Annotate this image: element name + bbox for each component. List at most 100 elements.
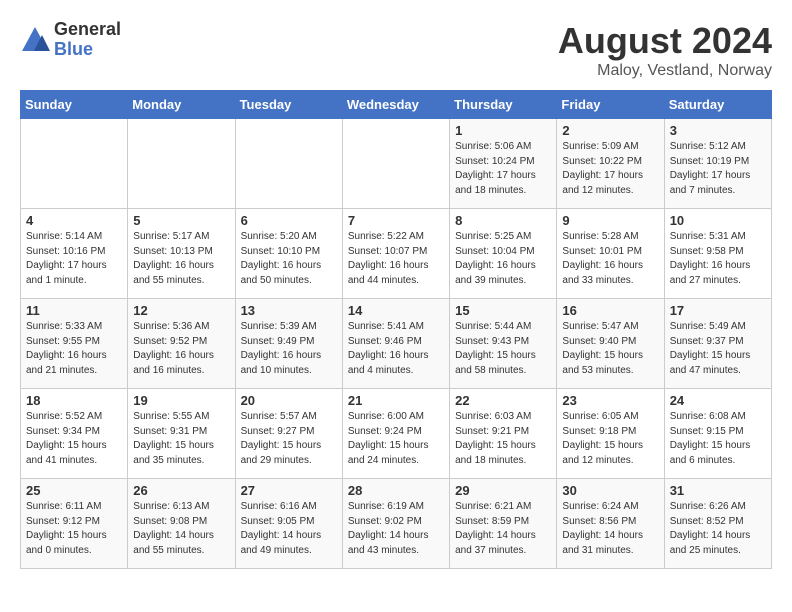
- calendar-cell: 4Sunrise: 5:14 AM Sunset: 10:16 PM Dayli…: [21, 209, 128, 299]
- day-number: 22: [455, 393, 551, 408]
- calendar-cell: 14 Sunrise: 5:41 AM Sunset: 9:46 PM Dayli…: [342, 299, 449, 389]
- day-detail: Sunrise: 5:22 AM Sunset: 10:07 PM Daylig…: [348, 230, 444, 288]
- calendar-table: SundayMondayTuesdayWednesdayThursdayFrid…: [20, 90, 772, 569]
- day-detail: Sunrise: 5:20 AM Sunset: 10:10 PM Daylig…: [241, 230, 337, 288]
- location-title: Maloy, Vestland, Norway: [558, 62, 772, 80]
- calendar-cell: 13 Sunrise: 5:39 AM Sunset: 9:49 PM Dayli…: [235, 299, 342, 389]
- day-detail: Sunrise: 5:47 AM Sunset: 9:40 PM Dayligh…: [562, 320, 658, 378]
- day-number: 3: [670, 123, 766, 138]
- day-detail: Sunrise: 6:13 AM Sunset: 9:08 PM Dayligh…: [133, 500, 229, 558]
- day-detail: Sunrise: 6:24 AM Sunset: 8:56 PM Dayligh…: [562, 500, 658, 558]
- day-number: 23: [562, 393, 658, 408]
- weekday-header-thursday: Thursday: [450, 91, 557, 119]
- day-detail: Sunrise: 5:49 AM Sunset: 9:37 PM Dayligh…: [670, 320, 766, 378]
- day-number: 12: [133, 303, 229, 318]
- day-number: 21: [348, 393, 444, 408]
- calendar-cell: 27 Sunrise: 6:16 AM Sunset: 9:05 PM Dayli…: [235, 479, 342, 569]
- calendar-cell: 22 Sunrise: 6:03 AM Sunset: 9:21 PM Dayli…: [450, 389, 557, 479]
- calendar-cell: 15 Sunrise: 5:44 AM Sunset: 9:43 PM Dayli…: [450, 299, 557, 389]
- logo-text: General Blue: [54, 20, 121, 60]
- day-detail: Sunrise: 6:26 AM Sunset: 8:52 PM Dayligh…: [670, 500, 766, 558]
- logo: General Blue: [20, 20, 121, 60]
- day-number: 16: [562, 303, 658, 318]
- day-number: 29: [455, 483, 551, 498]
- logo-blue-text: Blue: [54, 40, 121, 60]
- calendar-cell: 7 Sunrise: 5:22 AM Sunset: 10:07 PM Dayli…: [342, 209, 449, 299]
- weekday-header-row: SundayMondayTuesdayWednesdayThursdayFrid…: [21, 91, 772, 119]
- day-number: 8: [455, 213, 551, 228]
- day-number: 15: [455, 303, 551, 318]
- day-number: 14: [348, 303, 444, 318]
- day-detail: Sunrise: 5:36 AM Sunset: 9:52 PM Dayligh…: [133, 320, 229, 378]
- calendar-cell: 28Sunrise: 6:19 AM Sunset: 9:02 PM Dayli…: [342, 479, 449, 569]
- day-detail: Sunrise: 5:39 AM Sunset: 9:49 PM Dayligh…: [241, 320, 337, 378]
- day-number: 18: [26, 393, 122, 408]
- calendar-cell: 11 Sunrise: 5:33 AM Sunset: 9:55 PM Dayli…: [21, 299, 128, 389]
- calendar-cell: 1Sunrise: 5:06 AM Sunset: 10:24 PM Dayli…: [450, 119, 557, 209]
- day-number: 2: [562, 123, 658, 138]
- day-number: 1: [455, 123, 551, 138]
- day-detail: Sunrise: 5:44 AM Sunset: 9:43 PM Dayligh…: [455, 320, 551, 378]
- day-number: 25: [26, 483, 122, 498]
- day-detail: Sunrise: 5:41 AM Sunset: 9:46 PM Dayligh…: [348, 320, 444, 378]
- day-detail: Sunrise: 5:09 AM Sunset: 10:22 PM Daylig…: [562, 140, 658, 198]
- calendar-cell: 12 Sunrise: 5:36 AM Sunset: 9:52 PM Dayli…: [128, 299, 235, 389]
- day-number: 5: [133, 213, 229, 228]
- day-detail: Sunrise: 6:08 AM Sunset: 9:15 PM Dayligh…: [670, 410, 766, 468]
- day-detail: Sunrise: 6:05 AM Sunset: 9:18 PM Dayligh…: [562, 410, 658, 468]
- day-number: 10: [670, 213, 766, 228]
- week-row-2: 4Sunrise: 5:14 AM Sunset: 10:16 PM Dayli…: [21, 209, 772, 299]
- weekday-header-friday: Friday: [557, 91, 664, 119]
- weekday-header-wednesday: Wednesday: [342, 91, 449, 119]
- logo-general-text: General: [54, 20, 121, 40]
- day-number: 7: [348, 213, 444, 228]
- calendar-cell: 16 Sunrise: 5:47 AM Sunset: 9:40 PM Dayli…: [557, 299, 664, 389]
- day-detail: Sunrise: 5:57 AM Sunset: 9:27 PM Dayligh…: [241, 410, 337, 468]
- weekday-header-sunday: Sunday: [21, 91, 128, 119]
- day-number: 17: [670, 303, 766, 318]
- calendar-cell: [21, 119, 128, 209]
- day-detail: Sunrise: 6:11 AM Sunset: 9:12 PM Dayligh…: [26, 500, 122, 558]
- day-detail: Sunrise: 5:52 AM Sunset: 9:34 PM Dayligh…: [26, 410, 122, 468]
- day-number: 13: [241, 303, 337, 318]
- calendar-cell: 20 Sunrise: 5:57 AM Sunset: 9:27 PM Dayli…: [235, 389, 342, 479]
- day-number: 24: [670, 393, 766, 408]
- day-detail: Sunrise: 5:33 AM Sunset: 9:55 PM Dayligh…: [26, 320, 122, 378]
- day-detail: Sunrise: 5:17 AM Sunset: 10:13 PM Daylig…: [133, 230, 229, 288]
- day-detail: Sunrise: 6:19 AM Sunset: 9:02 PM Dayligh…: [348, 500, 444, 558]
- day-number: 19: [133, 393, 229, 408]
- day-number: 26: [133, 483, 229, 498]
- calendar-cell: 2 Sunrise: 5:09 AM Sunset: 10:22 PM Dayli…: [557, 119, 664, 209]
- calendar-cell: 30Sunrise: 6:24 AM Sunset: 8:56 PM Dayli…: [557, 479, 664, 569]
- calendar-cell: 5 Sunrise: 5:17 AM Sunset: 10:13 PM Dayli…: [128, 209, 235, 299]
- day-detail: Sunrise: 6:16 AM Sunset: 9:05 PM Dayligh…: [241, 500, 337, 558]
- day-number: 27: [241, 483, 337, 498]
- weekday-header-tuesday: Tuesday: [235, 91, 342, 119]
- week-row-3: 11 Sunrise: 5:33 AM Sunset: 9:55 PM Dayli…: [21, 299, 772, 389]
- week-row-5: 25 Sunrise: 6:11 AM Sunset: 9:12 PM Dayli…: [21, 479, 772, 569]
- calendar-cell: [128, 119, 235, 209]
- day-detail: Sunrise: 5:12 AM Sunset: 10:19 PM Daylig…: [670, 140, 766, 198]
- header: General Blue August 2024 Maloy, Vestland…: [20, 20, 772, 80]
- day-number: 11: [26, 303, 122, 318]
- day-detail: Sunrise: 6:21 AM Sunset: 8:59 PM Dayligh…: [455, 500, 551, 558]
- logo-icon: [20, 25, 50, 55]
- calendar-cell: 9Sunrise: 5:28 AM Sunset: 10:01 PM Dayli…: [557, 209, 664, 299]
- weekday-header-saturday: Saturday: [664, 91, 771, 119]
- day-number: 31: [670, 483, 766, 498]
- calendar-cell: 29 Sunrise: 6:21 AM Sunset: 8:59 PM Dayli…: [450, 479, 557, 569]
- calendar-cell: 24 Sunrise: 6:08 AM Sunset: 9:15 PM Dayli…: [664, 389, 771, 479]
- calendar-cell: [235, 119, 342, 209]
- day-detail: Sunrise: 5:14 AM Sunset: 10:16 PM Daylig…: [26, 230, 122, 288]
- calendar-cell: 17 Sunrise: 5:49 AM Sunset: 9:37 PM Dayli…: [664, 299, 771, 389]
- weekday-header-monday: Monday: [128, 91, 235, 119]
- day-number: 20: [241, 393, 337, 408]
- calendar-cell: 3 Sunrise: 5:12 AM Sunset: 10:19 PM Dayli…: [664, 119, 771, 209]
- calendar-cell: 8Sunrise: 5:25 AM Sunset: 10:04 PM Dayli…: [450, 209, 557, 299]
- day-detail: Sunrise: 5:55 AM Sunset: 9:31 PM Dayligh…: [133, 410, 229, 468]
- title-area: August 2024 Maloy, Vestland, Norway: [558, 20, 772, 80]
- calendar-cell: 25 Sunrise: 6:11 AM Sunset: 9:12 PM Dayli…: [21, 479, 128, 569]
- day-detail: Sunrise: 6:03 AM Sunset: 9:21 PM Dayligh…: [455, 410, 551, 468]
- calendar-cell: [342, 119, 449, 209]
- calendar-cell: 6Sunrise: 5:20 AM Sunset: 10:10 PM Dayli…: [235, 209, 342, 299]
